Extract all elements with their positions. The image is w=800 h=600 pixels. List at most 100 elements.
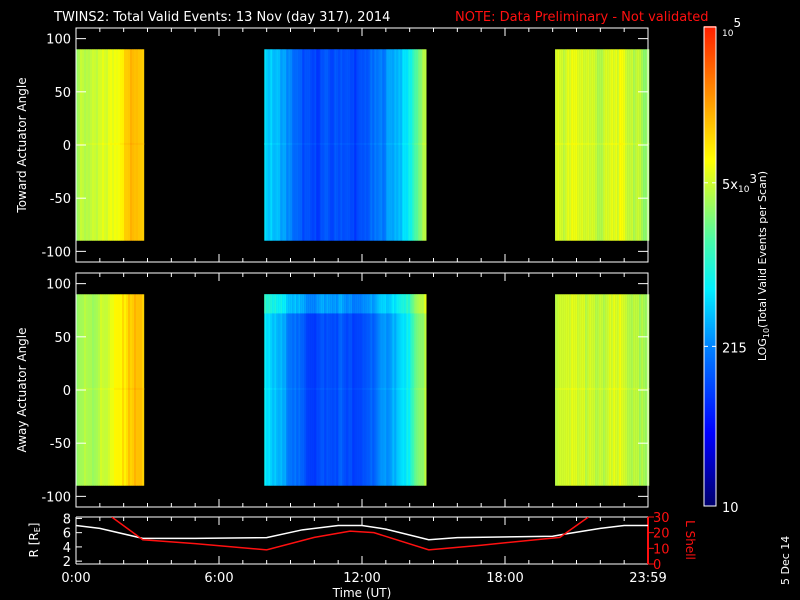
heatmap-column: [322, 49, 325, 241]
heatmap-column: [304, 49, 307, 241]
heatmap-column: [274, 294, 277, 486]
heatmap-zero-line: [609, 387, 612, 390]
colorbar-cell: [704, 446, 716, 449]
heatmap-band-cell: [272, 294, 275, 314]
heatmap-zero-line: [605, 387, 608, 390]
heatmap-column: [264, 294, 267, 486]
heatmap-band-cell: [316, 294, 319, 314]
heatmap-zero-line: [326, 387, 329, 390]
heatmap-zero-line: [422, 387, 425, 390]
heatmap-column: [108, 294, 111, 486]
colorbar-cell: [704, 244, 716, 247]
colorbar-cell: [704, 168, 716, 171]
colorbar-cell: [704, 106, 716, 109]
heatmap-column: [346, 294, 349, 486]
colorbar-cell: [704, 356, 716, 359]
heatmap-column: [569, 49, 572, 241]
heatmap-band-cell: [370, 294, 373, 314]
heatmap-column: [324, 294, 327, 486]
heatmap-zero-line: [292, 142, 295, 145]
heatmap-column: [290, 294, 293, 486]
heatmap-zero-line: [314, 142, 317, 145]
heatmap-column: [274, 49, 277, 241]
time-xlabel: Time (UT): [332, 586, 392, 600]
heatmap-column: [412, 294, 415, 486]
colorbar-cell: [704, 480, 716, 483]
heatmap-column: [298, 294, 301, 486]
y-tick-label: 0: [63, 139, 71, 154]
heatmap-column: [354, 294, 357, 486]
heatmap-band-cell: [290, 294, 293, 314]
heatmap-zero-line: [266, 142, 269, 145]
heatmap-column: [102, 294, 105, 486]
heatmap-column: [110, 49, 113, 241]
colorbar-cell: [704, 370, 716, 373]
colorbar-cell: [704, 242, 716, 245]
colorbar-cell: [704, 386, 716, 389]
heatmap-zero-line: [388, 142, 391, 145]
heatmap-zero-line: [332, 142, 335, 145]
heatmap-zero-line: [390, 387, 393, 390]
colorbar-cell: [704, 332, 716, 335]
heatmap-column: [388, 294, 391, 486]
colorbar-cell: [704, 476, 716, 479]
colorbar-cell: [704, 160, 716, 163]
heatmap-column: [376, 294, 379, 486]
heatmap-column: [352, 49, 355, 241]
heatmap-zero-line: [629, 387, 632, 390]
heatmap-column: [380, 294, 383, 486]
heatmap-column: [617, 49, 620, 241]
heatmap-column: [416, 49, 419, 241]
colorbar-cell: [704, 376, 716, 379]
heatmap-column: [567, 294, 570, 486]
colorbar-cell: [704, 158, 716, 161]
colorbar-cell: [704, 278, 716, 281]
colorbar-cell: [704, 224, 716, 227]
heatmap-zero-line: [404, 387, 407, 390]
heatmap-zero-line: [625, 387, 628, 390]
heatmap-zero-line: [577, 142, 580, 145]
heatmap-column: [555, 49, 558, 241]
colorbar-cell: [704, 82, 716, 85]
heatmap-column: [599, 49, 602, 241]
heatmap-column: [605, 294, 608, 486]
heatmap-column: [294, 294, 297, 486]
heatmap-zero-line: [593, 142, 596, 145]
heatmap-band-cell: [398, 294, 401, 314]
colorbar-cell: [704, 236, 716, 239]
heatmap-zero-line: [290, 387, 293, 390]
heatmap-zero-line: [140, 387, 143, 390]
heatmap-band-cell: [372, 294, 375, 314]
heatmap-band-cell: [336, 294, 339, 314]
heatmap-column: [418, 49, 421, 241]
heatmap-band-cell: [350, 294, 353, 314]
colorbar-cell: [704, 226, 716, 229]
heatmap-zero-line: [300, 142, 303, 145]
heatmap-column: [286, 294, 289, 486]
heatmap-zero-line: [360, 142, 363, 145]
heatmap-zero-line: [585, 387, 588, 390]
colorbar-cell: [704, 348, 716, 351]
heatmap-column: [268, 294, 271, 486]
colorbar-cell: [704, 398, 716, 401]
colorbar-cell: [704, 368, 716, 371]
heatmap-column: [298, 49, 301, 241]
colorbar-cell: [704, 352, 716, 355]
heatmap-column: [328, 294, 331, 486]
heatmap-zero-line: [408, 142, 411, 145]
heatmap-zero-line: [619, 142, 622, 145]
away-panel: 100 50 0 -50 -100: [41, 272, 650, 508]
colorbar-cell: [704, 240, 716, 243]
heatmap-zero-line: [118, 142, 121, 145]
heatmap-zero-line: [394, 387, 397, 390]
heatmap-column: [92, 294, 95, 486]
heatmap-column: [565, 294, 568, 486]
heatmap-zero-line: [631, 142, 634, 145]
heatmap-zero-line: [623, 387, 626, 390]
heatmap-band-cell: [288, 294, 291, 314]
heatmap-zero-line: [134, 142, 137, 145]
heatmap-zero-line: [402, 387, 405, 390]
heatmap-column: [100, 49, 103, 241]
heatmap-column: [122, 294, 125, 486]
heatmap-zero-line: [318, 142, 321, 145]
